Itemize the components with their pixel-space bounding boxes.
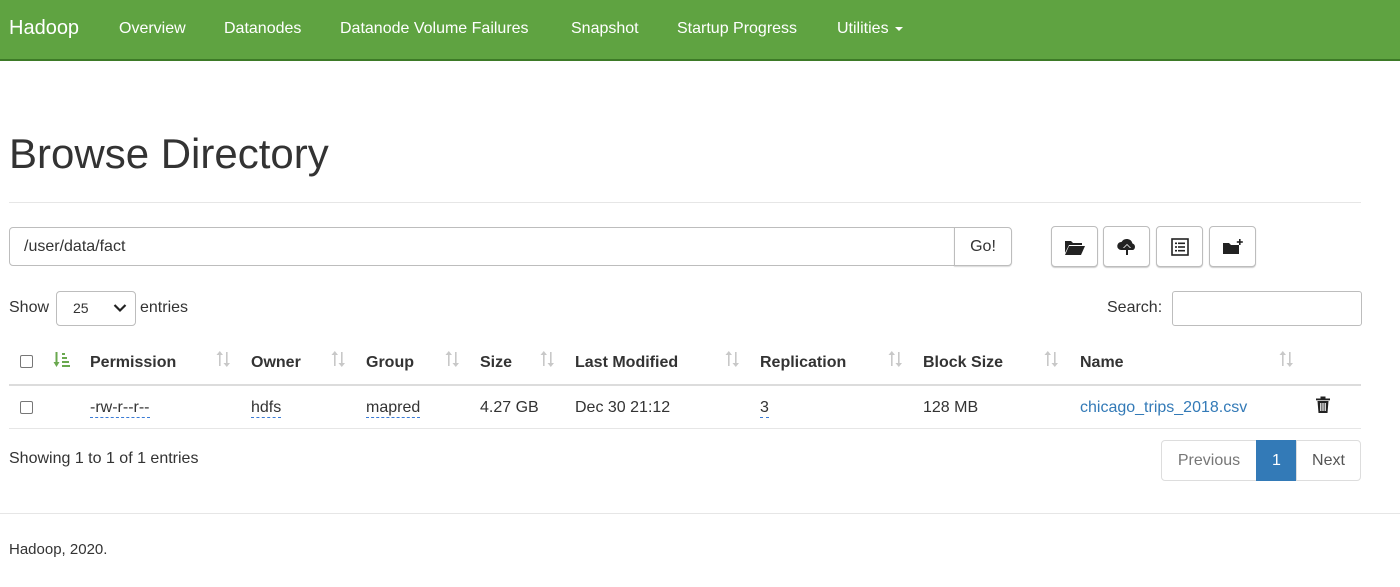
page-title: Browse Directory <box>9 130 329 177</box>
upload-button[interactable] <box>1103 226 1150 267</box>
footer-text: Hadoop, 2020. <box>9 541 108 558</box>
directory-path-input[interactable]: /user/data/fact <box>9 227 956 266</box>
table-info: Showing 1 to 1 of 1 entries <box>9 450 199 467</box>
go-button[interactable]: Go! <box>954 227 1012 266</box>
table-header-divider <box>9 384 1361 386</box>
footer-divider <box>0 513 1400 514</box>
nav-overview[interactable]: Overview <box>119 20 186 38</box>
permission-value: -rw-r--r-- <box>90 399 150 418</box>
owner-value: hdfs <box>251 399 282 418</box>
previous-page-button[interactable]: Previous <box>1161 440 1257 481</box>
sort-both-icon[interactable] <box>540 350 556 368</box>
show-label: Show <box>9 299 50 316</box>
column-header-size[interactable]: Size <box>480 354 512 372</box>
page-1-button[interactable]: 1 <box>1256 440 1297 481</box>
nav-datanodes[interactable]: Datanodes <box>224 20 301 38</box>
nav-startup-progress[interactable]: Startup Progress <box>677 20 797 38</box>
new-folder-icon <box>1222 238 1243 254</box>
table-bottom-divider <box>9 428 1361 429</box>
brand-link[interactable]: Hadoop <box>9 17 79 40</box>
cloud-upload-icon <box>1116 238 1135 255</box>
sort-both-icon[interactable] <box>445 350 461 368</box>
nav-snapshot[interactable]: Snapshot <box>571 20 639 38</box>
sort-both-icon[interactable] <box>1279 350 1295 368</box>
column-header-permission[interactable]: Permission <box>90 354 176 372</box>
group-cell[interactable]: mapred <box>366 399 421 418</box>
page-length-select[interactable]: 25 <box>56 291 136 326</box>
title-divider <box>9 202 1361 203</box>
replication-cell[interactable]: 3 <box>760 399 769 418</box>
next-page-button[interactable]: Next <box>1296 440 1361 481</box>
column-header-name[interactable]: Name <box>1080 354 1124 372</box>
column-header-replication[interactable]: Replication <box>760 354 846 372</box>
chevron-down-icon <box>113 304 127 313</box>
block-size-cell: 128 MB <box>923 399 979 416</box>
sort-both-icon[interactable] <box>331 350 347 368</box>
sort-both-icon[interactable] <box>1044 350 1060 368</box>
group-value: mapred <box>366 399 421 418</box>
create-directory-button[interactable] <box>1051 226 1098 267</box>
replication-value: 3 <box>760 399 769 418</box>
column-header-owner[interactable]: Owner <box>251 354 301 372</box>
trash-icon[interactable] <box>1315 396 1331 414</box>
list-alt-icon <box>1170 237 1189 256</box>
column-header-group[interactable]: Group <box>366 354 414 372</box>
permission-cell[interactable]: -rw-r--r-- <box>90 399 150 418</box>
sort-both-icon[interactable] <box>725 350 741 368</box>
nav-datanode-volume-failures[interactable]: Datanode Volume Failures <box>340 20 529 38</box>
sort-both-icon[interactable] <box>216 350 232 368</box>
row-select-checkbox[interactable] <box>20 401 33 414</box>
size-cell: 4.27 GB <box>480 399 539 416</box>
nav-utilities-label: Utilities <box>837 20 889 37</box>
sort-both-icon[interactable] <box>888 350 904 368</box>
column-header-block-size[interactable]: Block Size <box>923 354 1003 372</box>
page-length-value: 25 <box>73 300 89 316</box>
nav-utilities-dropdown[interactable]: Utilities <box>837 20 903 38</box>
sort-ascending-icon[interactable] <box>53 351 71 369</box>
cut-paste-button[interactable] <box>1156 226 1203 267</box>
entries-label: entries <box>140 299 189 316</box>
top-navbar: Hadoop Overview Datanodes Datanode Volum… <box>0 0 1400 61</box>
folder-open-icon <box>1064 240 1085 255</box>
select-all-checkbox[interactable] <box>20 355 33 368</box>
search-label: Search: <box>1107 299 1163 316</box>
column-header-last-modified[interactable]: Last Modified <box>575 354 678 372</box>
owner-cell[interactable]: hdfs <box>251 399 282 418</box>
caret-down-icon <box>894 26 903 31</box>
file-name-link[interactable]: chicago_trips_2018.csv <box>1080 399 1247 417</box>
last-modified-cell: Dec 30 21:12 <box>575 399 671 416</box>
search-input[interactable] <box>1172 291 1362 326</box>
new-folder-button[interactable] <box>1209 226 1256 267</box>
